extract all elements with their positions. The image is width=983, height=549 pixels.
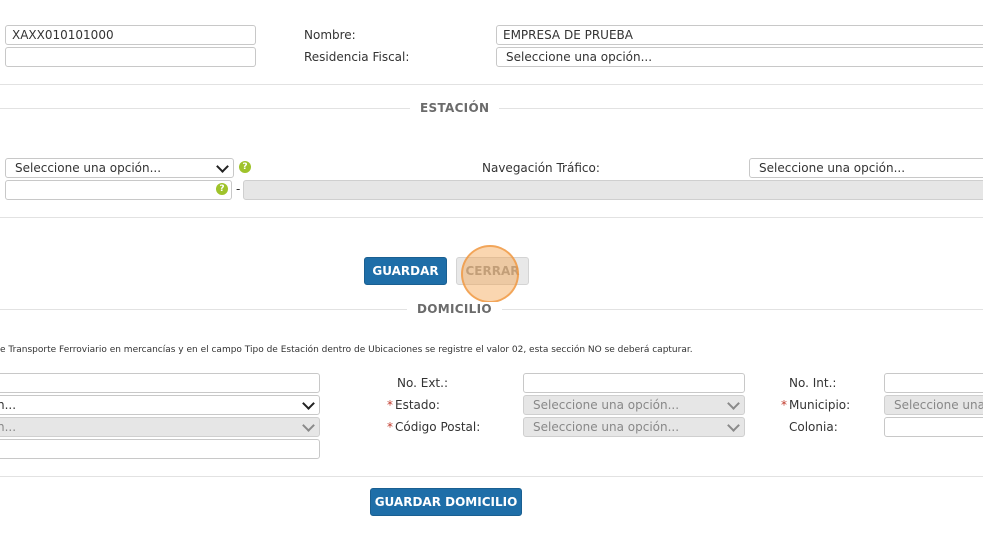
estacion-select-value: Seleccione una opción...	[15, 161, 162, 175]
pais-select[interactable]: n...	[0, 395, 320, 415]
no-ext-label: No. Ext.:	[397, 376, 448, 390]
domicilio-section-title: DOMICILIO	[407, 302, 502, 316]
chevron-down-icon	[727, 419, 740, 432]
navegacion-trafico-select[interactable]: Seleccione una opción...	[749, 158, 983, 178]
chevron-down-icon	[216, 160, 229, 173]
nombre-input[interactable]: EMPRESA DE PRUEBA	[496, 25, 983, 45]
municipio-label: * Municipio:	[781, 398, 850, 412]
municipio-select[interactable]: Seleccione una o	[884, 395, 983, 415]
navegacion-trafico-value: Seleccione una opción...	[759, 161, 906, 175]
estacion-description-input	[243, 180, 983, 200]
residencia-fiscal-label: Residencia Fiscal:	[304, 50, 410, 64]
codigo-postal-label: * Código Postal:	[387, 420, 480, 434]
colonia-label: Colonia:	[789, 420, 838, 434]
domicilio-note: e Transporte Ferroviario en mercancías y…	[0, 345, 693, 355]
localidad-select-value: n...	[0, 420, 17, 434]
dash-separator: -	[236, 182, 241, 196]
estado-label: * Estado:	[387, 398, 440, 412]
guardar-domicilio-button[interactable]: GUARDAR DOMICILIO	[370, 488, 522, 516]
colonia-input[interactable]	[884, 417, 983, 437]
guardar-button[interactable]: GUARDAR	[364, 257, 447, 285]
cerrar-button[interactable]: CERRAR	[456, 257, 529, 285]
residencia-fiscal-value: Seleccione una opción...	[506, 50, 653, 64]
nombre-label: Nombre:	[304, 28, 356, 42]
localidad-select[interactable]: n...	[0, 417, 320, 437]
required-mark: *	[387, 420, 393, 434]
chevron-down-icon	[302, 397, 315, 410]
calle-input[interactable]	[0, 373, 320, 393]
rfc-input[interactable]: XAXX010101000	[5, 25, 256, 45]
no-ext-input[interactable]	[523, 373, 745, 393]
help-icon[interactable]: ?	[216, 183, 228, 195]
help-icon[interactable]: ?	[239, 161, 251, 173]
no-int-input[interactable]	[884, 373, 983, 393]
residencia-fiscal-select[interactable]: Seleccione una opción...	[496, 47, 983, 67]
estado-label-text: Estado:	[395, 398, 440, 412]
codigo-postal-select[interactable]: Seleccione una opción...	[523, 417, 745, 437]
estacion-code-input[interactable]	[5, 180, 232, 200]
secondary-input[interactable]	[5, 47, 256, 67]
estado-select[interactable]: Seleccione una opción...	[523, 395, 745, 415]
navegacion-trafico-label: Navegación Tráfico:	[482, 161, 600, 175]
chevron-down-icon	[302, 419, 315, 432]
divider-top	[0, 84, 983, 85]
pais-select-value: n...	[0, 398, 17, 412]
estacion-select[interactable]: Seleccione una opción...	[5, 158, 234, 178]
codigo-postal-label-text: Código Postal:	[395, 420, 481, 434]
divider-domicilio-bottom	[0, 476, 983, 477]
municipio-select-value: Seleccione una o	[894, 398, 983, 412]
estado-select-value: Seleccione una opción...	[533, 398, 680, 412]
no-int-label: No. Int.:	[789, 376, 837, 390]
chevron-down-icon	[727, 397, 740, 410]
referencia-input[interactable]	[0, 439, 320, 459]
required-mark: *	[781, 398, 787, 412]
divider-estacion-bottom	[0, 217, 983, 218]
required-mark: *	[387, 398, 393, 412]
codigo-postal-select-value: Seleccione una opción...	[533, 420, 680, 434]
estacion-section-title: ESTACIÓN	[410, 101, 500, 115]
municipio-label-text: Municipio:	[789, 398, 851, 412]
